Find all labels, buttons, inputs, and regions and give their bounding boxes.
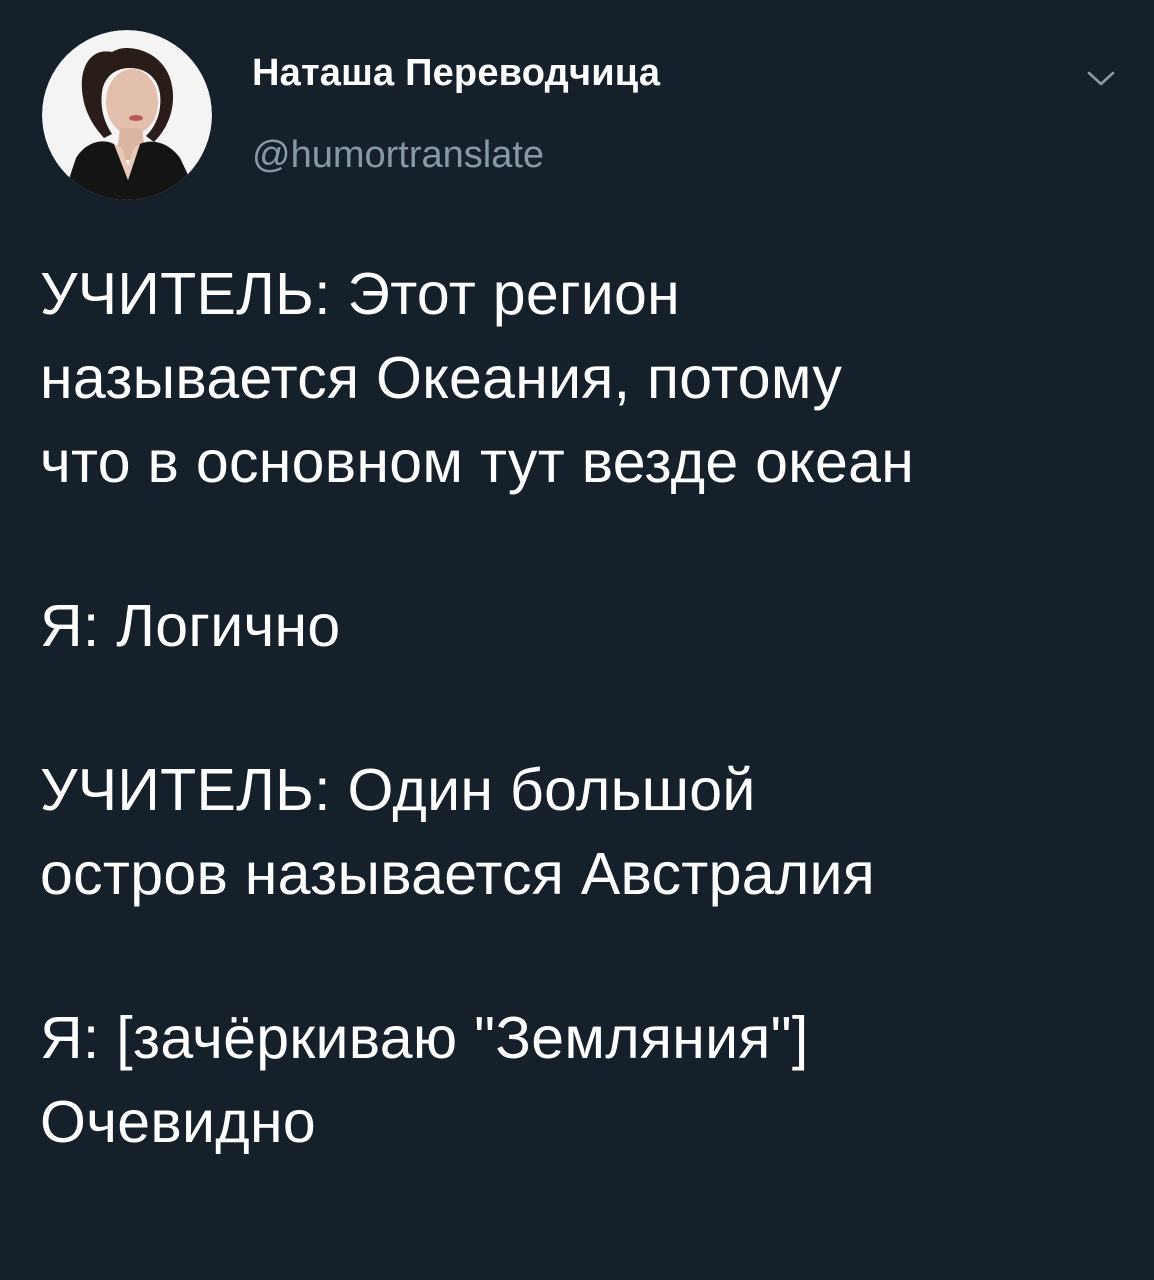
tweet-menu-button[interactable] — [1078, 58, 1124, 98]
tweet-line: Очевидно — [40, 1089, 316, 1155]
tweet-paragraph: Я: Логично — [40, 584, 1130, 668]
author-name[interactable]: Наташа Переводчица — [252, 52, 660, 95]
tweet-line: Я: Логично — [40, 593, 341, 659]
tweet-text: УЧИТЕЛЬ: Этот регион называется Океания,… — [40, 252, 1130, 1244]
tweet-line: Я: [зачёркиваю "Землянияʺ] — [40, 1005, 809, 1071]
tweet-line: что в основном тут везде океан — [40, 429, 915, 495]
tweet: Наташа Переводчица @humortranslate УЧИТЕ… — [0, 0, 1154, 1280]
author-avatar[interactable] — [42, 30, 212, 200]
tweet-paragraph: УЧИТЕЛЬ: Один большой остров называется … — [40, 748, 1130, 916]
tweet-paragraph: Я: [зачёркиваю "Землянияʺ] Очевидно — [40, 996, 1130, 1164]
tweet-line: УЧИТЕЛЬ: Этот регион — [40, 261, 681, 327]
author-handle[interactable]: @humortranslate — [252, 134, 544, 177]
tweet-line: остров называется Австралия — [40, 841, 876, 907]
tweet-line: называется Океания, потому — [40, 345, 843, 411]
tweet-paragraph: УЧИТЕЛЬ: Этот регион называется Океания,… — [40, 252, 1130, 504]
chevron-down-icon — [1087, 71, 1115, 86]
user-avatar-icon — [42, 30, 212, 200]
tweet-line: УЧИТЕЛЬ: Один большой — [40, 757, 756, 823]
